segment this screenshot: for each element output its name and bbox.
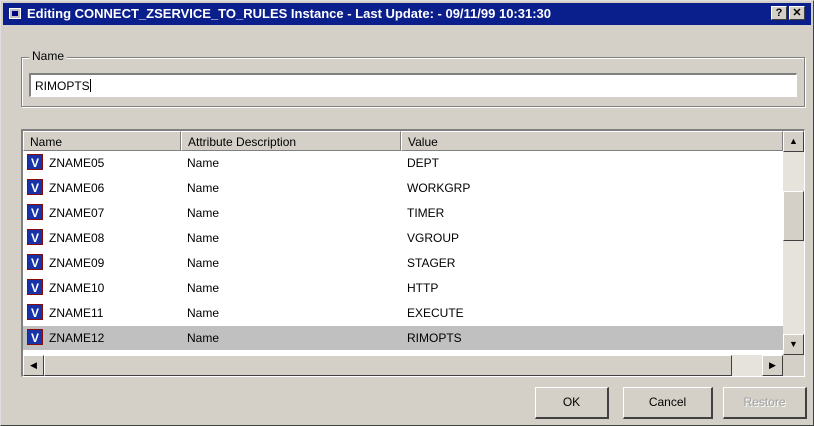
cell-desc: Name bbox=[187, 231, 220, 245]
scrollbar-corner bbox=[783, 355, 804, 376]
cell-name: ZNAME07 bbox=[49, 206, 105, 220]
attributes-list[interactable]: Name Attribute Description Value V ZNAME0… bbox=[21, 129, 805, 377]
window-icon bbox=[9, 8, 21, 19]
cell-value: EXECUTE bbox=[407, 306, 464, 320]
cell-name: ZNAME12 bbox=[49, 331, 105, 345]
column-header-value[interactable]: Value bbox=[401, 131, 783, 151]
v-variable-icon: V bbox=[27, 154, 43, 170]
v-variable-icon: V bbox=[27, 329, 43, 345]
ok-button[interactable]: OK bbox=[535, 387, 609, 419]
name-group-label: Name bbox=[29, 49, 68, 63]
name-input[interactable]: RIMOPTS bbox=[29, 73, 797, 97]
cell-desc: Name bbox=[187, 256, 220, 270]
cell-value: RIMOPTS bbox=[407, 331, 462, 345]
table-row[interactable]: V ZNAME05 Name DEPT bbox=[23, 151, 783, 175]
edit-instance-dialog: Editing CONNECT_ZSERVICE_TO_RULES Instan… bbox=[0, 0, 814, 426]
close-button[interactable]: ✕ bbox=[789, 6, 805, 20]
scroll-right-button[interactable]: ▶ bbox=[762, 355, 783, 376]
cell-desc: Name bbox=[187, 181, 220, 195]
column-header-attribute-description[interactable]: Attribute Description bbox=[181, 131, 401, 151]
cell-value: VGROUP bbox=[407, 231, 460, 245]
table-row[interactable]: V ZNAME07 Name TIMER bbox=[23, 201, 783, 225]
v-variable-icon: V bbox=[27, 279, 43, 295]
cancel-button[interactable]: Cancel bbox=[623, 387, 713, 419]
cell-desc: Name bbox=[187, 156, 220, 170]
v-variable-icon: V bbox=[27, 229, 43, 245]
table-row[interactable]: V ZNAME10 Name HTTP bbox=[23, 276, 783, 300]
cell-desc: Name bbox=[187, 281, 220, 295]
table-row[interactable]: V ZNAME09 Name STAGER bbox=[23, 251, 783, 275]
horizontal-scrollbar[interactable]: ◀ ▶ bbox=[23, 355, 783, 376]
cell-value: STAGER bbox=[407, 256, 456, 270]
name-input-value: RIMOPTS bbox=[35, 79, 90, 93]
cell-value: TIMER bbox=[407, 206, 445, 220]
table-row[interactable]: V ZNAME12 Name RIMOPTS bbox=[23, 326, 783, 350]
window-title: Editing CONNECT_ZSERVICE_TO_RULES Instan… bbox=[27, 6, 552, 21]
table-row[interactable]: V ZNAME08 Name VGROUP bbox=[23, 226, 783, 250]
cell-name: ZNAME09 bbox=[49, 256, 105, 270]
horizontal-scroll-thumb[interactable] bbox=[44, 355, 732, 376]
column-header-name[interactable]: Name bbox=[23, 131, 181, 151]
vertical-scroll-thumb[interactable] bbox=[783, 191, 804, 241]
table-row[interactable]: V ZNAME11 Name EXECUTE bbox=[23, 301, 783, 325]
cell-name: ZNAME06 bbox=[49, 181, 105, 195]
cell-value: HTTP bbox=[407, 281, 439, 295]
cell-desc: Name bbox=[187, 306, 220, 320]
scroll-up-button[interactable]: ▲ bbox=[783, 131, 804, 152]
v-variable-icon: V bbox=[27, 254, 43, 270]
v-variable-icon: V bbox=[27, 204, 43, 220]
scroll-down-button[interactable]: ▼ bbox=[783, 334, 804, 355]
v-variable-icon: V bbox=[27, 179, 43, 195]
cell-name: ZNAME05 bbox=[49, 156, 105, 170]
list-header: Name Attribute Description Value bbox=[23, 131, 783, 151]
cell-desc: Name bbox=[187, 206, 220, 220]
cell-value: DEPT bbox=[407, 156, 440, 170]
text-caret bbox=[89, 79, 91, 92]
cell-name: ZNAME08 bbox=[49, 231, 105, 245]
v-variable-icon: V bbox=[27, 304, 43, 320]
scroll-left-button[interactable]: ◀ bbox=[23, 355, 44, 376]
title-bar[interactable]: Editing CONNECT_ZSERVICE_TO_RULES Instan… bbox=[3, 3, 811, 25]
cell-desc: Name bbox=[187, 331, 220, 345]
help-button[interactable]: ? bbox=[771, 6, 787, 20]
vertical-scrollbar[interactable]: ▲ ▼ bbox=[783, 131, 804, 355]
table-row[interactable]: V ZNAME06 Name WORKGRP bbox=[23, 176, 783, 200]
cell-name: ZNAME10 bbox=[49, 281, 105, 295]
cell-value: WORKGRP bbox=[407, 181, 471, 195]
cell-name: ZNAME11 bbox=[49, 306, 104, 320]
restore-button[interactable]: Restore bbox=[723, 387, 807, 419]
